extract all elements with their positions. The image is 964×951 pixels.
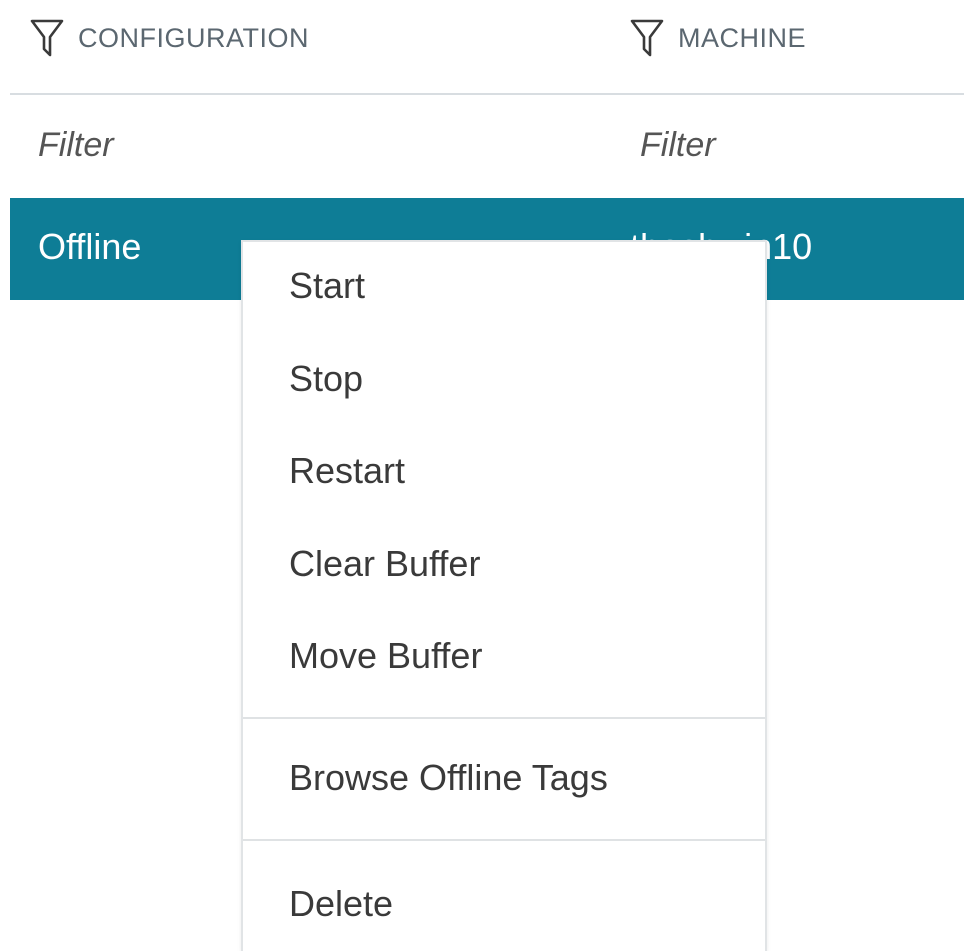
menu-item-move-buffer[interactable]: Move Buffer	[243, 616, 765, 696]
filter-funnel-icon[interactable]	[630, 18, 664, 58]
cell-configuration: Offline	[38, 226, 142, 267]
menu-item-stop[interactable]: Stop	[243, 339, 765, 419]
menu-item-restart[interactable]: Restart	[243, 431, 765, 511]
column-header-machine[interactable]: MACHINE	[630, 18, 806, 58]
configuration-filter-input[interactable]	[38, 122, 558, 168]
filter-funnel-icon[interactable]	[30, 18, 64, 58]
menu-divider	[243, 717, 765, 719]
menu-item-delete[interactable]: Delete	[243, 864, 765, 944]
header-divider	[10, 93, 964, 95]
grid-header: CONFIGURATION MACHINE	[0, 0, 964, 96]
menu-item-start[interactable]: Start	[243, 246, 765, 326]
column-label-configuration: CONFIGURATION	[78, 22, 309, 53]
menu-divider	[243, 839, 765, 841]
column-label-machine: MACHINE	[678, 22, 807, 53]
machine-filter-input[interactable]	[640, 122, 960, 168]
context-menu: Start Stop Restart Clear Buffer Move Buf…	[241, 240, 767, 951]
column-header-configuration[interactable]: CONFIGURATION	[30, 18, 309, 58]
menu-item-clear-buffer[interactable]: Clear Buffer	[243, 524, 765, 604]
menu-item-browse-offline-tags[interactable]: Browse Offline Tags	[243, 738, 765, 818]
